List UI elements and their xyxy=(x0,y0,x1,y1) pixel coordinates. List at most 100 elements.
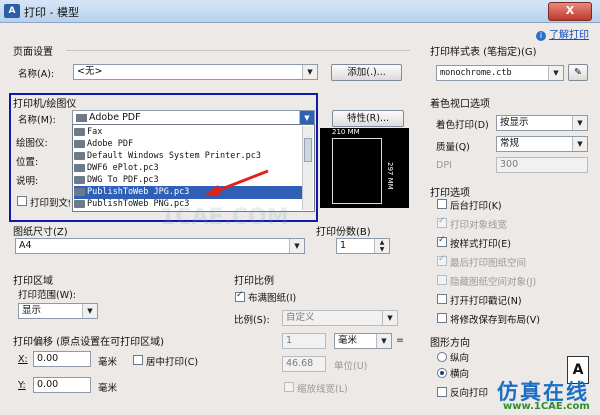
plotter-icon xyxy=(74,199,85,208)
scrollbar-thumb[interactable] xyxy=(304,138,312,162)
copies-label: 打印份数(B) xyxy=(316,227,371,238)
spinner-arrows-icon[interactable]: ▲ ▼ xyxy=(374,239,389,253)
plot-options-heading: 打印选项 xyxy=(430,188,470,199)
fax-icon xyxy=(74,127,85,136)
plot-range-value: 显示 xyxy=(22,305,42,316)
x-offset-unit: 毫米 xyxy=(98,357,118,368)
copies-input[interactable]: 1 ▲ ▼ xyxy=(336,238,390,254)
arrow-shaft xyxy=(213,169,269,194)
dropdown-item-label: DWF6 ePlot.pc3 xyxy=(87,163,159,173)
window-title: 打印 - 模型 xyxy=(24,6,79,19)
x-offset-label: X: xyxy=(18,354,28,365)
plot-option-checkbox[interactable] xyxy=(437,235,447,247)
chevron-down-icon: ▼ xyxy=(572,116,587,130)
description-label: 说明: xyxy=(16,176,39,187)
plot-option-checkbox[interactable] xyxy=(437,275,447,285)
printer-icon xyxy=(76,113,87,122)
chevron-down-icon: ▼ xyxy=(82,304,97,318)
scale-label: 比例(S): xyxy=(234,315,270,326)
chevron-down-icon: ▼ xyxy=(572,137,587,151)
scale-equals: = xyxy=(396,335,404,346)
printer-icon xyxy=(74,139,85,148)
printer-dropdown-list[interactable]: Fax Adobe PDF Default Windows System Pri… xyxy=(72,124,315,212)
printer-name-value: Adobe PDF xyxy=(89,112,141,123)
shade-plot-select[interactable]: 按显示 ▼ xyxy=(496,115,588,131)
print-to-file-checkbox[interactable] xyxy=(17,196,27,206)
preview-width-label: 210 MM xyxy=(332,128,360,136)
chevron-down-icon: ▼ xyxy=(382,311,397,325)
scale-unit-value: 毫米 xyxy=(338,335,358,346)
help-link[interactable]: i 了解打印 xyxy=(536,26,589,41)
dropdown-item-label: Fax xyxy=(87,127,103,137)
edit-plot-style-button[interactable]: ✎ xyxy=(568,64,588,81)
plot-option-checkbox[interactable] xyxy=(437,313,447,323)
y-offset-input[interactable]: 0.00 xyxy=(33,377,91,393)
x-offset-value: 0.00 xyxy=(37,353,59,364)
copies-value: 1 xyxy=(340,240,347,251)
print-to-file-label: 打印到文件 xyxy=(30,198,70,209)
plot-option-label: 按样式打印(E) xyxy=(450,239,511,250)
dropdown-item-label: DWG To PDF.pc3 xyxy=(87,175,159,185)
paper-size-value: A4 xyxy=(19,240,32,251)
page-setup-heading: 页面设置 xyxy=(13,47,53,58)
plot-style-select[interactable]: monochrome.ctb ▼ xyxy=(436,65,564,81)
dpi-input[interactable]: 300 xyxy=(496,157,588,173)
shade-plot-value: 按显示 xyxy=(500,117,529,128)
plot-range-label: 打印范围(W): xyxy=(18,290,77,301)
quality-label: 质量(Q) xyxy=(436,142,470,153)
scale-select[interactable]: 自定义 ▼ xyxy=(282,310,398,326)
scale-lineweights-checkbox[interactable] xyxy=(284,382,294,392)
shaded-viewport-heading: 着色视口选项 xyxy=(430,99,490,110)
portrait-radio[interactable] xyxy=(437,352,447,362)
x-offset-input[interactable]: 0.00 xyxy=(33,351,91,367)
preview-height-label: 297 MM xyxy=(386,162,394,190)
printer-properties-button[interactable]: 特性(R)... xyxy=(332,110,404,127)
scale-value1-input[interactable]: 1 xyxy=(282,333,326,349)
plot-area-heading: 打印区域 xyxy=(13,276,53,287)
plot-option-label: 打开打印戳记(N) xyxy=(450,296,522,307)
chevron-down-icon: ▼ xyxy=(548,66,563,80)
scale-unit-select[interactable]: 毫米 ▼ xyxy=(334,333,392,349)
scale-value2-input[interactable]: 46.68 xyxy=(282,356,326,372)
close-button[interactable]: X xyxy=(548,2,592,21)
center-plot-checkbox[interactable] xyxy=(133,355,143,365)
page-setup-name-select[interactable]: <无> ▼ xyxy=(73,64,318,80)
orientation-heading: 图形方向 xyxy=(430,338,470,349)
fit-to-paper-checkbox[interactable] xyxy=(235,290,245,302)
upside-down-checkbox[interactable] xyxy=(437,387,447,397)
plotter-icon xyxy=(74,163,85,172)
quality-select[interactable]: 常规 ▼ xyxy=(496,136,588,152)
plot-option-checkbox[interactable] xyxy=(437,294,447,304)
title-bar: A 打印 - 模型 X xyxy=(0,0,600,23)
landscape-radio[interactable] xyxy=(437,368,447,378)
paper-size-select[interactable]: A4 ▼ xyxy=(15,238,305,254)
dropdown-scrollbar[interactable] xyxy=(302,126,313,210)
dropdown-item-label: PublishToWeb JPG.pc3 xyxy=(87,187,190,197)
chevron-down-icon: ▼ xyxy=(302,65,317,79)
upside-down-label: 反向打印 xyxy=(450,388,489,399)
preview-page xyxy=(332,138,382,204)
plot-option-label: 后台打印(K) xyxy=(450,201,502,212)
plotter-icon xyxy=(74,175,85,184)
chevron-down-icon: ▼ xyxy=(289,239,304,253)
plot-style-heading: 打印样式表 (笔指定)(G) xyxy=(430,47,537,58)
printer-icon xyxy=(74,151,85,160)
plot-offset-heading: 打印偏移 (原点设置在可打印区域) xyxy=(13,337,164,348)
dpi-label: DPI xyxy=(436,160,452,171)
y-offset-unit: 毫米 xyxy=(98,383,118,394)
paper-size-heading: 图纸尺寸(Z) xyxy=(13,227,68,238)
plot-option-checkbox[interactable] xyxy=(437,216,447,228)
plot-style-value: monochrome.ctb xyxy=(440,68,512,78)
edit-icon: ✎ xyxy=(574,67,582,78)
plot-option-checkbox[interactable] xyxy=(437,199,447,209)
info-icon: i xyxy=(536,31,546,41)
plot-range-select[interactable]: 显示 ▼ xyxy=(18,303,98,319)
add-page-setup-button[interactable]: 添加(.)... xyxy=(331,64,402,81)
printer-name-label: 名称(M): xyxy=(18,115,56,126)
plot-option-label: 隐藏图纸空间对象(J) xyxy=(450,277,537,288)
red-arrow-annotation xyxy=(204,169,269,196)
scale-unit2-label: 单位(U) xyxy=(334,361,368,372)
plot-option-label: 最后打印图纸空间 xyxy=(450,258,527,269)
landscape-label: 横向 xyxy=(450,369,470,380)
plot-option-checkbox[interactable] xyxy=(437,254,447,266)
